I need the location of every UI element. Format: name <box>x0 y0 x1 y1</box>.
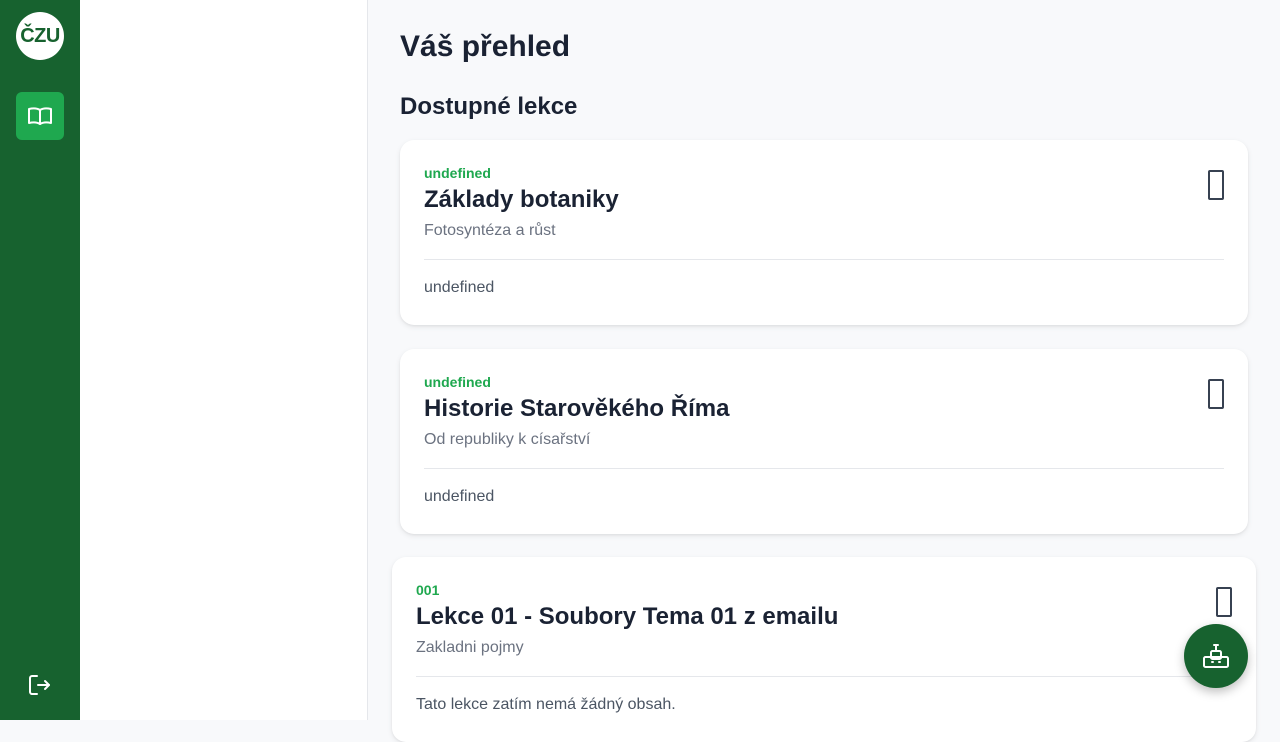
logout-icon <box>29 675 50 695</box>
lesson-card[interactable]: undefined Základy botaniky Fotosyntéza a… <box>400 140 1248 325</box>
lesson-subtitle: Zakladni pojmy <box>416 639 524 656</box>
logo[interactable]: ČZU <box>16 12 64 60</box>
logout-button[interactable] <box>26 672 54 698</box>
nav-lessons-button[interactable] <box>16 92 64 140</box>
missing-glyph-icon <box>1208 379 1224 409</box>
book-open-icon <box>28 107 52 125</box>
assistant-fab-button[interactable] <box>1184 624 1248 688</box>
lesson-body: undefined <box>424 488 495 505</box>
sidebar-rail: ČZU <box>0 0 80 720</box>
lesson-title: Lekce 01 - Soubory Tema 01 z emailu <box>416 603 839 630</box>
divider <box>416 676 1232 677</box>
divider <box>424 468 1224 469</box>
lesson-card[interactable]: 001 Lekce 01 - Soubory Tema 01 z emailu … <box>392 557 1256 742</box>
lesson-body: Tato lekce zatím nemá žádný obsah. <box>416 696 676 713</box>
lesson-subtitle: Fotosyntéza a růst <box>424 222 556 239</box>
page-title: Váš přehled <box>400 30 571 63</box>
lesson-code: 001 <box>416 582 440 598</box>
divider <box>424 259 1224 260</box>
lesson-body: undefined <box>424 279 495 296</box>
lesson-subtitle: Od republiky k císařství <box>424 431 591 448</box>
lesson-card[interactable]: undefined Historie Starověkého Říma Od r… <box>400 349 1248 534</box>
lesson-code: undefined <box>424 374 491 390</box>
secondary-panel <box>80 0 368 720</box>
lesson-title: Historie Starověkého Říma <box>424 395 730 422</box>
robot-assistant-icon <box>1203 644 1229 668</box>
missing-glyph-icon <box>1216 587 1232 617</box>
section-title: Dostupné lekce <box>400 93 578 120</box>
lesson-code: undefined <box>424 165 491 181</box>
main-content: Váš přehled Dostupné lekce undefined Zák… <box>368 0 1280 742</box>
missing-glyph-icon <box>1208 170 1224 200</box>
lesson-title: Základy botaniky <box>424 186 619 213</box>
